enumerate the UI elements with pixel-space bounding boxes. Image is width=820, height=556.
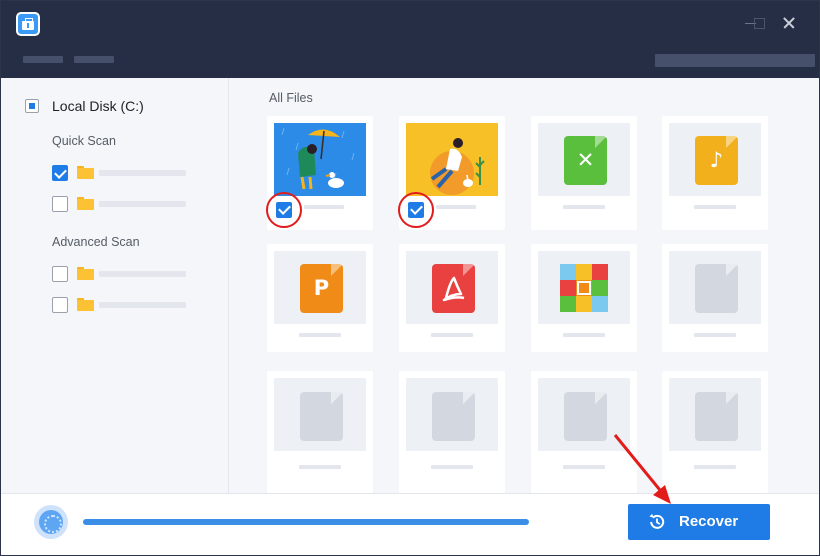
- file-thumbnail: [406, 251, 498, 324]
- advanced-scan-label: Advanced Scan: [52, 235, 140, 249]
- close-icon[interactable]: [779, 13, 799, 33]
- folder-icon: [77, 197, 94, 210]
- history-icon: [649, 513, 665, 529]
- music-file-icon: ♪: [695, 136, 738, 185]
- file-name-placeholder: [299, 465, 341, 469]
- file-tile-blank[interactable]: [662, 244, 768, 352]
- image-thumbnail: [406, 123, 498, 196]
- item-checkbox[interactable]: [52, 266, 68, 282]
- title-bar: [1, 1, 819, 78]
- file-thumbnail: [274, 378, 366, 451]
- archive-file-icon: [560, 264, 608, 312]
- file-name-placeholder: [694, 333, 736, 337]
- file-thumbnail: [538, 251, 630, 324]
- all-files-title: All Files: [269, 91, 313, 105]
- search-input[interactable]: [655, 54, 815, 67]
- folder-name-placeholder: [99, 302, 186, 308]
- sidebar: Local Disk (C:) Quick Scan Advanced Scan: [1, 78, 229, 493]
- file-tile-image[interactable]: [266, 116, 373, 230]
- file-name-placeholder: [304, 205, 344, 209]
- excel-file-icon: ✕: [564, 136, 607, 185]
- quick-scan-label: Quick Scan: [52, 134, 116, 148]
- file-thumbnail: [669, 378, 761, 451]
- recover-label: Recover: [679, 513, 739, 530]
- folder-icon: [77, 267, 94, 280]
- sitting-person-illustration: [406, 123, 498, 196]
- file-name-placeholder: [563, 205, 605, 209]
- item-checkbox[interactable]: [52, 165, 68, 181]
- file-tile-blank[interactable]: [399, 371, 505, 493]
- file-tile-blank[interactable]: [267, 371, 373, 493]
- file-name-placeholder: [436, 205, 476, 209]
- file-tile-image[interactable]: [398, 116, 505, 230]
- file-tile-blank[interactable]: [662, 371, 768, 493]
- file-tile-archive[interactable]: [531, 244, 637, 352]
- file-name-placeholder: [694, 205, 736, 209]
- file-thumbnail: P: [274, 251, 366, 324]
- file-name-placeholder: [694, 465, 736, 469]
- quick-scan-item[interactable]: [52, 196, 192, 212]
- highlight-circle: [398, 192, 434, 228]
- file-tile-music[interactable]: ♪: [662, 116, 768, 230]
- image-thumbnail: [274, 123, 366, 196]
- folder-icon: [77, 298, 94, 311]
- file-name-placeholder: [563, 465, 605, 469]
- app-window: Local Disk (C:) Quick Scan Advanced Scan…: [0, 0, 820, 556]
- menu-item[interactable]: [23, 56, 63, 63]
- file-name-placeholder: [431, 333, 473, 337]
- file-thumbnail: ♪: [669, 123, 761, 196]
- advanced-scan-item[interactable]: [52, 297, 192, 313]
- file-name-placeholder: [563, 333, 605, 337]
- file-tile-powerpoint[interactable]: P: [267, 244, 373, 352]
- item-checkbox[interactable]: [52, 297, 68, 313]
- file-tile-excel[interactable]: ✕: [531, 116, 637, 230]
- powerpoint-file-icon: P: [300, 264, 343, 313]
- blank-file-icon: [432, 392, 475, 441]
- pdf-file-icon: [432, 264, 475, 313]
- bottom-bar: Recover: [1, 493, 819, 555]
- file-tile-blank[interactable]: [531, 371, 637, 493]
- menu-item[interactable]: [74, 56, 114, 63]
- folder-name-placeholder: [99, 201, 186, 207]
- blank-file-icon: [300, 392, 343, 441]
- maximize-icon[interactable]: [749, 13, 769, 33]
- file-thumbnail: [669, 251, 761, 324]
- file-thumbnail: ✕: [538, 123, 630, 196]
- blank-file-icon: [564, 392, 607, 441]
- file-tile-pdf[interactable]: [399, 244, 505, 352]
- item-checkbox[interactable]: [52, 196, 68, 212]
- advanced-scan-item[interactable]: [52, 266, 192, 282]
- toolbox-icon: [16, 12, 40, 36]
- folder-icon: [77, 166, 94, 179]
- disk-checkbox[interactable]: [25, 99, 39, 113]
- folder-name-placeholder: [99, 170, 186, 176]
- folder-name-placeholder: [99, 271, 186, 277]
- scan-progress-bar: [83, 519, 529, 525]
- scan-progress-fill: [83, 519, 529, 525]
- file-grid-panel: All Files ✕ ♪ P: [230, 78, 819, 493]
- highlight-circle: [266, 192, 302, 228]
- quick-scan-item[interactable]: [52, 165, 192, 181]
- file-name-placeholder: [431, 465, 473, 469]
- blank-file-icon: [695, 264, 738, 313]
- recover-button[interactable]: Recover: [628, 504, 770, 540]
- file-thumbnail: [538, 378, 630, 451]
- file-name-placeholder: [299, 333, 341, 337]
- file-thumbnail: [406, 378, 498, 451]
- blank-file-icon: [695, 392, 738, 441]
- fingerprint-scan-icon: [34, 505, 68, 539]
- disk-label: Local Disk (C:): [52, 98, 144, 114]
- umbrella-illustration: [274, 123, 366, 196]
